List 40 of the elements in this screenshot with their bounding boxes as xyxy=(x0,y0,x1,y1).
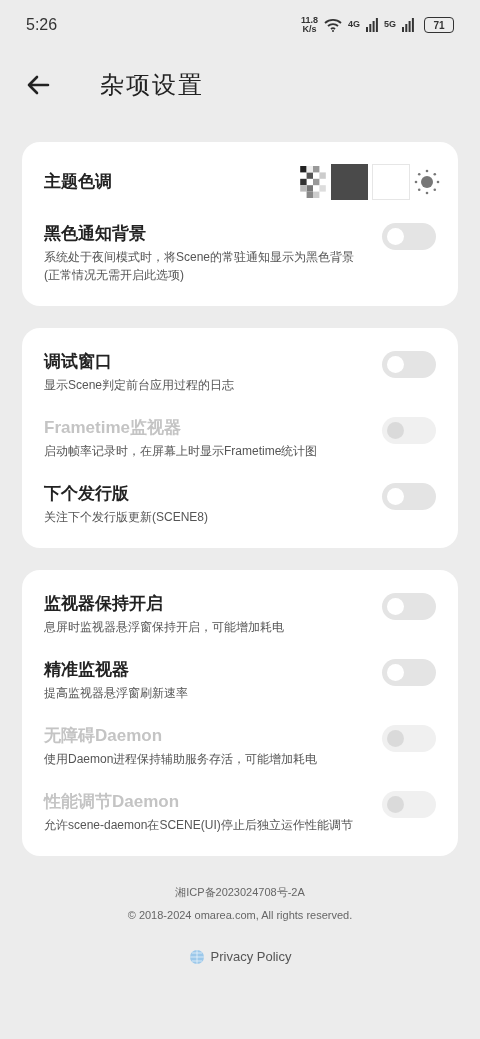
setting-title: 监视器保持开启 xyxy=(44,593,164,615)
setting-title: 下个发行版 xyxy=(44,483,130,505)
toggle-switch[interactable] xyxy=(382,659,436,686)
network-type: 5G xyxy=(384,18,396,32)
setting-description: 使用Daemon进程保持辅助服务存活，可能增加耗电 xyxy=(44,751,319,768)
status-time: 5:26 xyxy=(26,15,58,35)
setting-description: 息屏时监视器悬浮窗保持开启，可能增加耗电 xyxy=(44,619,285,636)
setting-title: 性能调节Daemon xyxy=(44,791,181,813)
setting-title: Frametime监视器 xyxy=(44,417,182,439)
network-type: 4G xyxy=(347,18,360,32)
theme-label: 主题色调 xyxy=(44,171,112,194)
signal-icon xyxy=(366,18,378,32)
toggle-switch[interactable] xyxy=(382,223,436,250)
privacy-policy-link[interactable]: Privacy Policy xyxy=(188,947,292,967)
copyright-text: © 2018-2024 omarea.com, All rights reserved. xyxy=(127,907,353,923)
setting-title: 无障碍Daemon xyxy=(44,725,164,747)
dark-swatch[interactable] xyxy=(331,164,368,200)
setting-title: 精准监视器 xyxy=(44,659,130,681)
toggle-switch[interactable] xyxy=(382,593,436,620)
light-swatch[interactable] xyxy=(372,164,410,200)
toggle-switch[interactable] xyxy=(382,483,436,510)
setting-description: 关注下个发行版更新(SCENE8) xyxy=(44,509,209,526)
setting-description: 提高监视器悬浮窗刷新速率 xyxy=(44,685,189,702)
signal-icon xyxy=(402,18,414,32)
transparent-swatch[interactable] xyxy=(299,166,327,198)
wifi-icon xyxy=(323,18,342,32)
globe-icon xyxy=(188,948,205,965)
page-title: 杂项设置 xyxy=(100,70,204,100)
setting-description: 系统处于夜间模式时，将Scene的常驻通知显示为黑色背景(正常情况无需开启此选项) xyxy=(44,249,356,284)
setting-description: 显示Scene判定前台应用过程的日志 xyxy=(44,377,236,394)
network-speed-unit: K/s xyxy=(302,25,317,34)
setting-title: 黑色通知背景 xyxy=(44,223,147,245)
setting-title: 调试窗口 xyxy=(44,351,113,373)
sun-icon[interactable] xyxy=(414,169,440,195)
icp-text: 湘ICP备2023024708号-2A xyxy=(175,885,305,900)
network-speed: 11.8 xyxy=(300,16,318,25)
toggle-switch[interactable] xyxy=(382,351,436,378)
setting-description: 允许scene-daemon在SCENE(UI)停止后独立运作性能调节 xyxy=(44,817,354,834)
setting-description: 启动帧率记录时，在屏幕上时显示Frametime统计图 xyxy=(44,443,319,460)
battery-indicator: 71 xyxy=(424,17,454,33)
